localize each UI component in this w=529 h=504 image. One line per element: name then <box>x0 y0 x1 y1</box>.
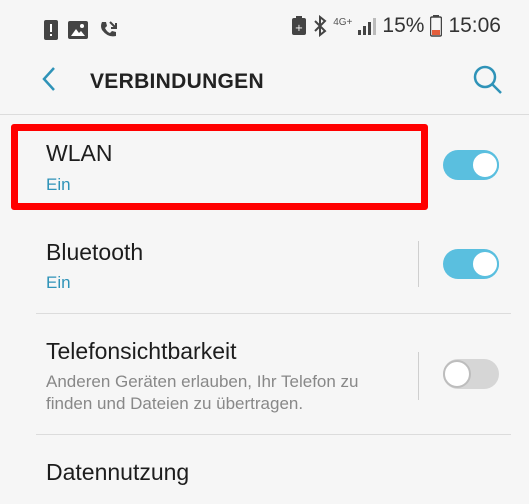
setting-row-phone-visibility[interactable]: Telefonsichtbarkeit Anderen Geräten erla… <box>0 314 529 434</box>
battery-icon <box>430 15 443 37</box>
setting-title: Datennutzung <box>46 459 190 485</box>
bluetooth-icon <box>314 15 327 37</box>
status-bar-system: + 4G+ 15% 15:06 <box>291 14 501 38</box>
search-button[interactable] <box>471 63 505 97</box>
image-icon <box>68 21 88 39</box>
highlight-box <box>11 124 428 210</box>
missed-call-icon <box>101 21 117 37</box>
clock: 15:06 <box>448 14 501 37</box>
status-bar: + 4G+ 15% 15:06 <box>0 0 529 60</box>
toggle-knob <box>471 250 499 278</box>
toggle-knob <box>443 360 471 388</box>
back-button[interactable] <box>40 64 58 100</box>
alert-icon <box>44 20 58 40</box>
vertical-divider <box>418 241 419 287</box>
battery-saver-icon: + <box>292 16 307 35</box>
setting-status: Ein <box>46 273 71 292</box>
setting-row-data-usage[interactable]: Datennutzung <box>0 435 529 504</box>
back-arrow-icon <box>42 67 55 91</box>
page-title: VERBINDUNGEN <box>90 70 264 93</box>
bluetooth-toggle[interactable] <box>443 249 499 279</box>
signal-icon <box>358 18 377 35</box>
setting-description: Anderen Geräten erlauben, Ihr Telefon zu… <box>46 372 359 413</box>
setting-title: Bluetooth <box>46 239 144 265</box>
status-bar-notifications <box>44 20 118 40</box>
app-header: VERBINDUNGEN <box>0 60 529 110</box>
search-icon <box>473 65 502 94</box>
toggle-knob <box>471 151 499 179</box>
svg-text:+: + <box>295 23 303 34</box>
network-type-label: 4G+ <box>333 16 353 28</box>
battery-percent: 15% <box>382 14 425 37</box>
vertical-divider <box>418 352 419 400</box>
setting-row-bluetooth[interactable]: Bluetooth Ein <box>0 215 529 315</box>
setting-title: Telefonsichtbarkeit <box>46 338 237 364</box>
phone-visibility-toggle[interactable] <box>443 359 499 389</box>
wlan-toggle[interactable] <box>443 150 499 180</box>
